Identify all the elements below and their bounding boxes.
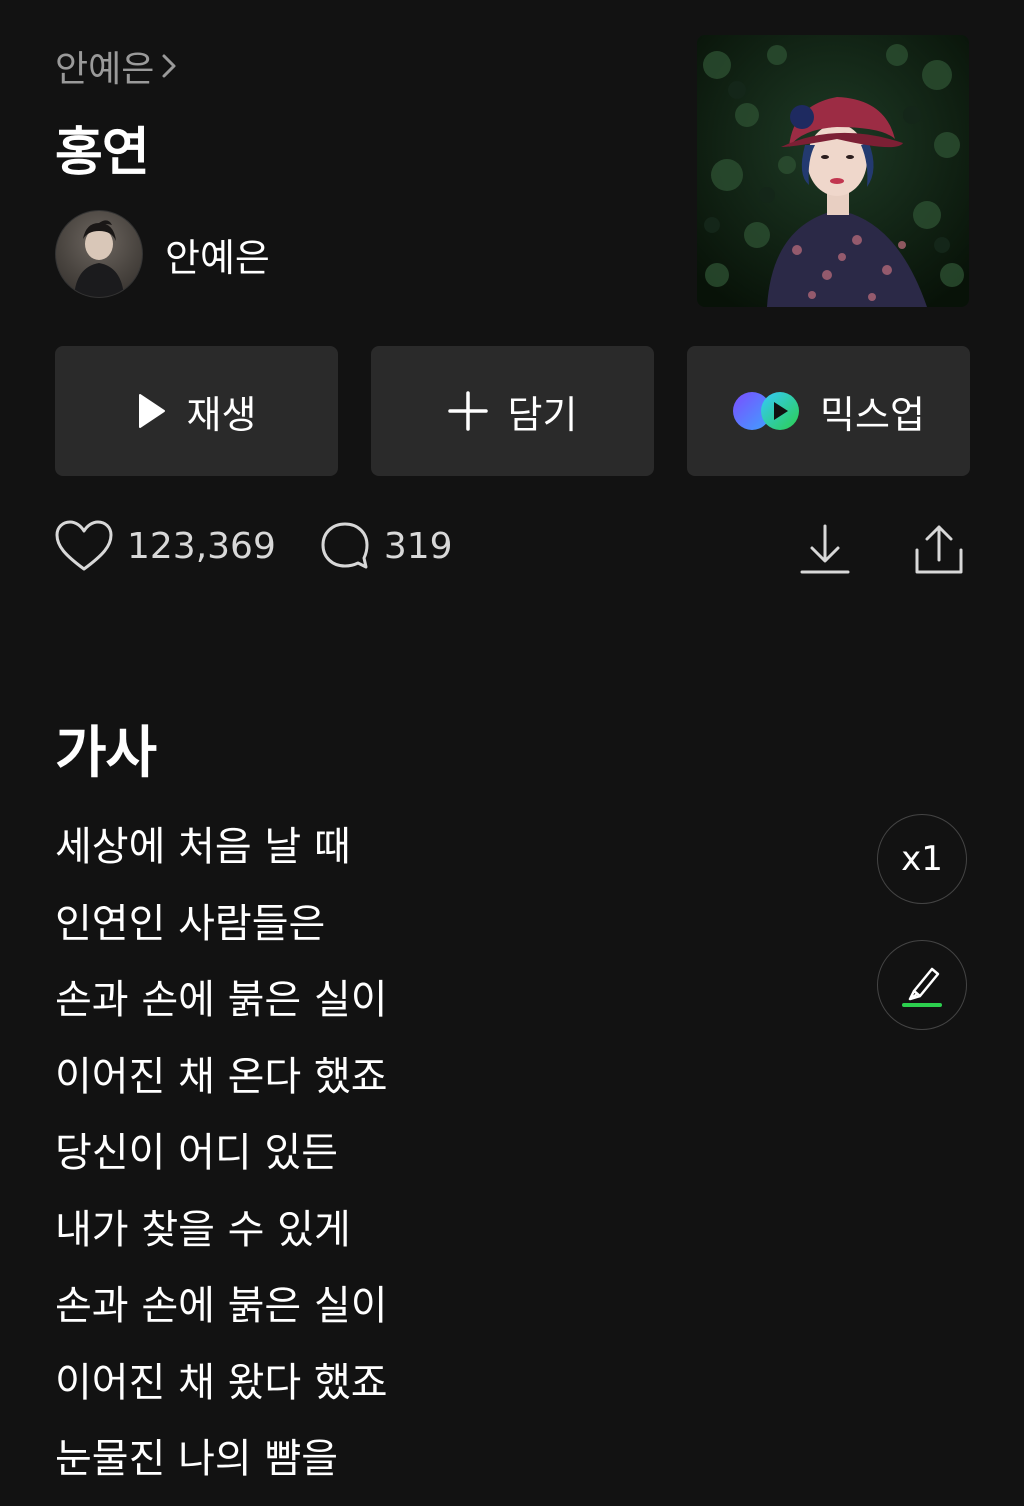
share-button[interactable] [909,520,969,580]
lyrics-highlight-button[interactable] [877,940,967,1030]
share-icon [915,525,963,574]
utility-icons [795,520,969,580]
artist-name: 안예은 [165,235,270,280]
mixup-icon [733,392,800,430]
download-icon [800,524,850,574]
play-button[interactable]: 재생 [55,346,338,476]
plus-icon [447,391,488,431]
lyric-line: 내가 찾을 수 있게 [55,1206,351,1253]
lyrics-list: 세상에 처음 날 때 인연인 사람들은 손과 손에 붉은 실이 이어진 채 온다… [55,817,388,1506]
lyric-line: 이어진 채 왔다 했죠 [55,1359,388,1406]
lyric-line: 세상에 처음 날 때 [55,824,351,870]
highlighter-icon [902,967,942,1007]
chevron-right-icon [162,54,176,78]
song-title: 홍연 [55,123,150,183]
heart-icon [55,520,113,571]
play-label: 재생 [186,392,257,437]
mixup-button[interactable]: 믹스업 [687,346,970,476]
lyric-line: 손과 손에 붉은 실이 [55,1283,388,1329]
breadcrumb-artist-label: 안예은 [55,49,155,90]
breadcrumb-artist-link[interactable]: 안예은 [55,40,178,92]
lyric-line: 눈물진 나의 뺨을 [55,1436,339,1482]
add-label: 담기 [507,392,578,437]
mixup-label: 믹스업 [820,392,925,437]
like-count: 123,369 [127,525,276,567]
lyric-line: 손과 손에 붉은 실이 [55,977,388,1023]
like-button[interactable]: 123,369 [55,520,276,572]
lyric-line: 이어진 채 온다 했죠 [55,1053,388,1100]
comment-count: 319 [383,525,453,567]
artist-profile-link[interactable]: 안예은 [55,210,270,298]
album-art[interactable] [697,35,969,307]
stats-row: 123,369 319 [55,520,453,572]
play-icon [138,394,165,428]
speed-label: x1 [901,839,943,879]
download-button[interactable] [795,520,855,580]
lyrics-speed-button[interactable]: x1 [877,814,967,904]
comment-button[interactable]: 319 [320,521,453,571]
comment-icon [321,522,369,569]
action-button-row: 재생 담기 믹스업 [55,346,970,476]
lyric-line: 당신이 어디 있든 [55,1130,339,1176]
add-to-playlist-button[interactable]: 담기 [371,346,654,476]
artist-avatar [55,210,143,298]
lyrics-heading: 가사 [55,721,157,786]
lyric-line: 인연인 사람들은 [55,900,326,947]
